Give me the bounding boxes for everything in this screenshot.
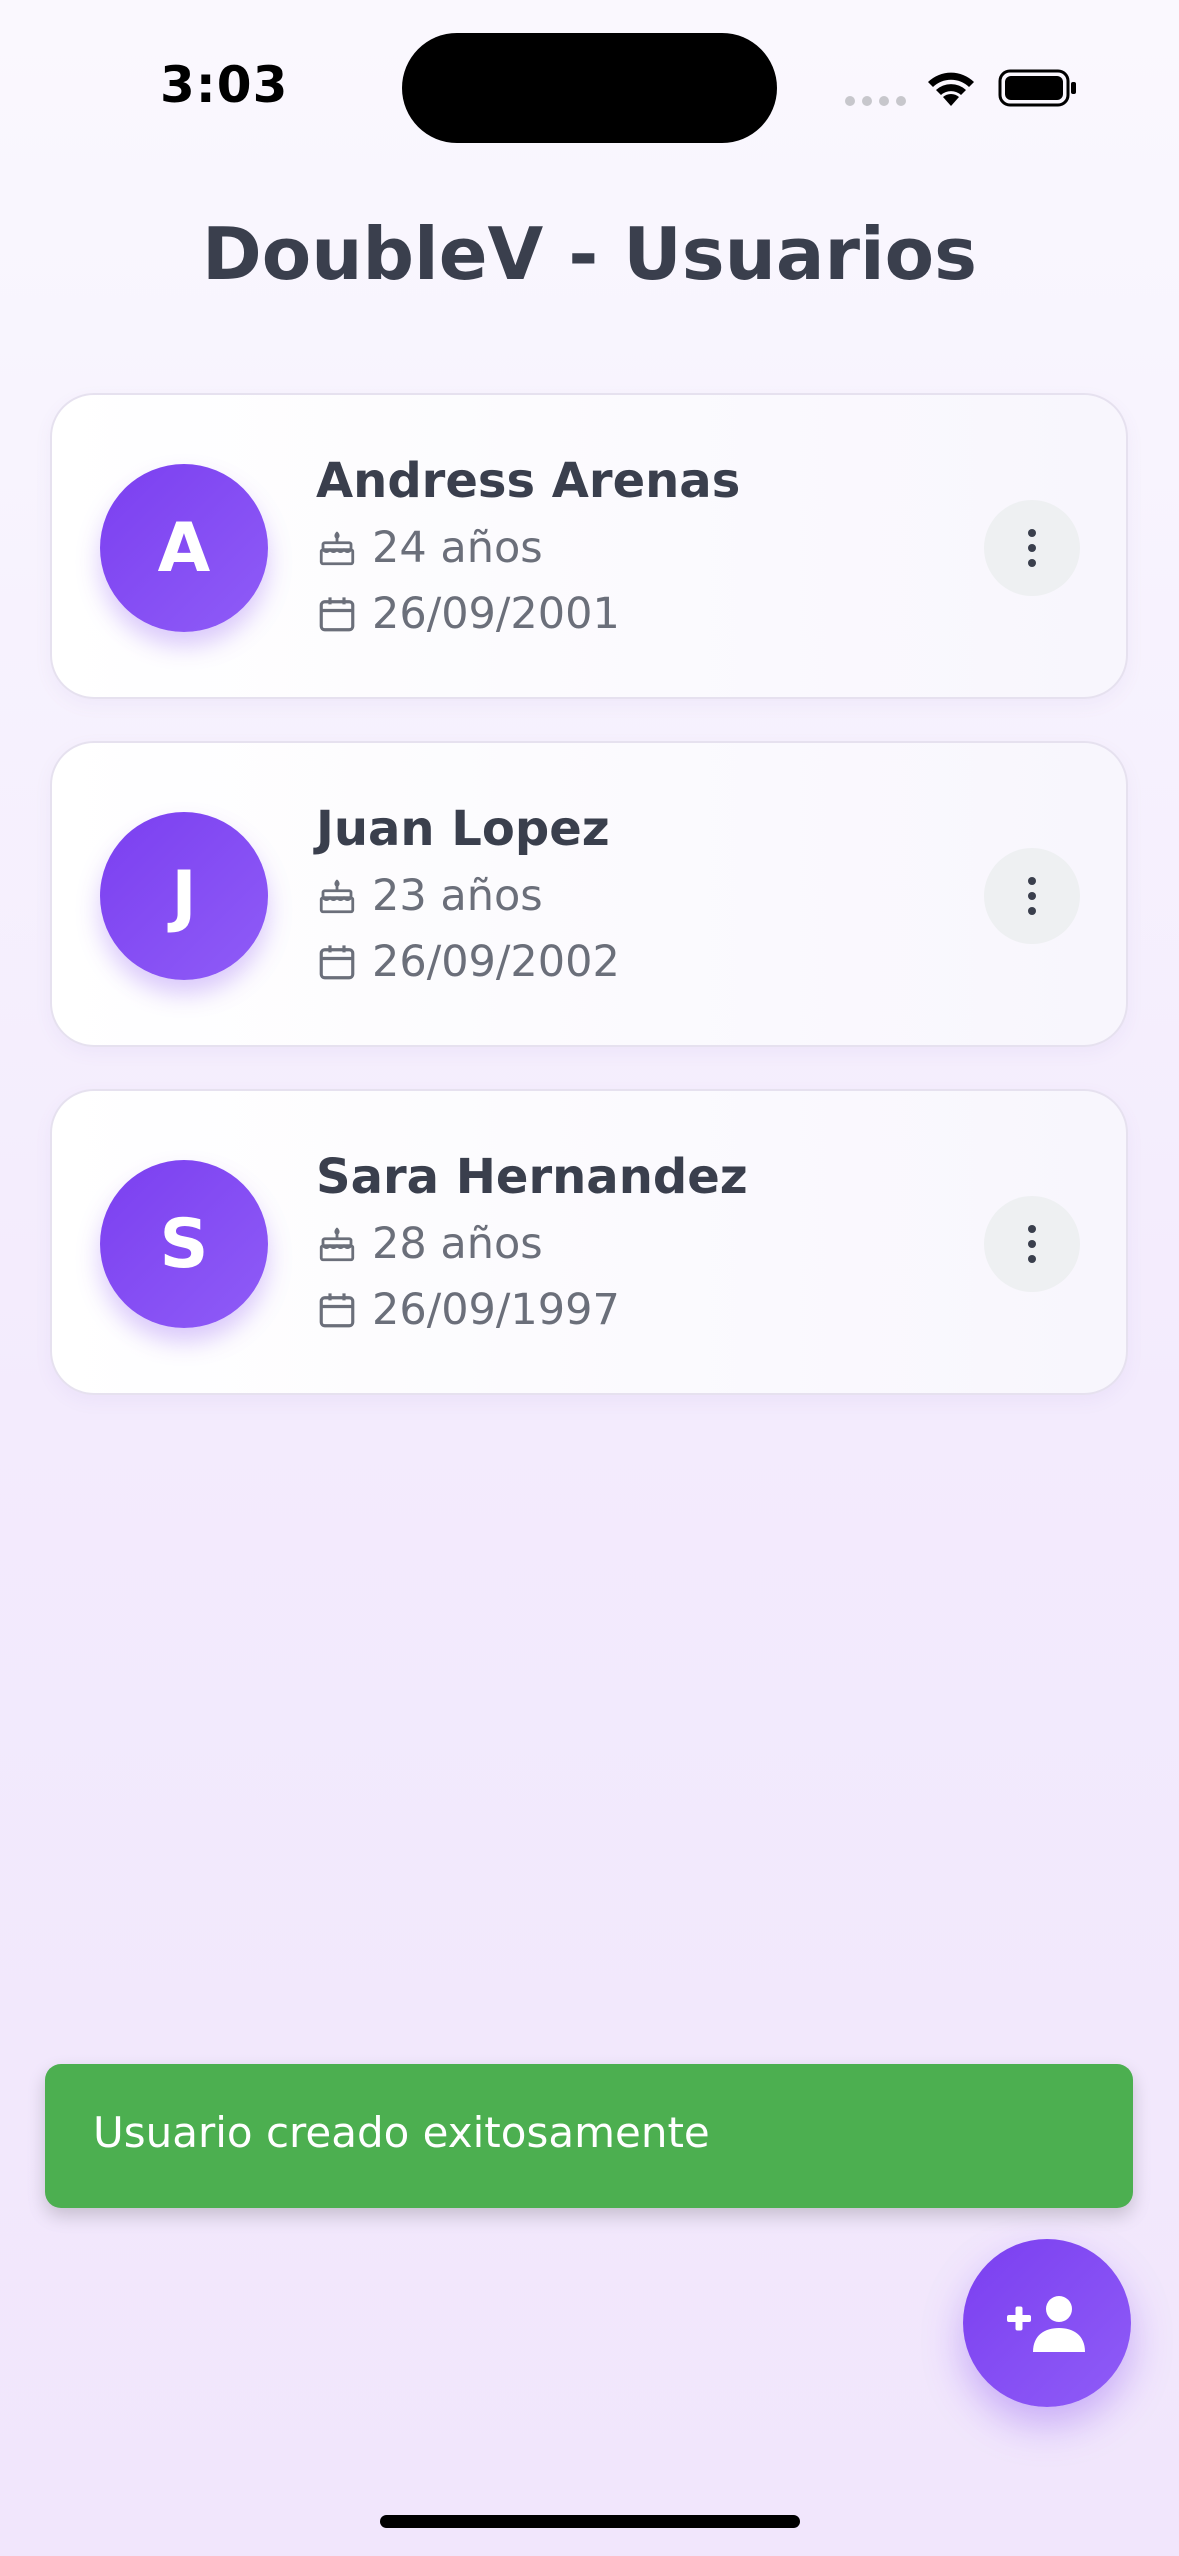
status-time: 3:03	[160, 56, 289, 114]
user-birthdate: 26/09/2001	[372, 589, 620, 639]
avatar: A	[100, 464, 268, 632]
user-birthdate: 26/09/1997	[372, 1285, 620, 1335]
user-name: Andress Arenas	[316, 453, 741, 509]
status-bar: 3:03	[0, 0, 1179, 150]
page-title: DoubleV - Usuarios	[202, 212, 977, 296]
user-birthdate-row: 26/09/2001	[316, 589, 620, 639]
cake-icon	[319, 879, 355, 914]
person-add-icon	[1007, 2296, 1085, 2352]
user-age: 23 años	[372, 871, 543, 921]
snackbar-message: Usuario creado exitosamente	[93, 2108, 710, 2157]
user-menu-button[interactable]	[984, 848, 1080, 944]
calendar-icon	[319, 1293, 355, 1328]
more-vertical-icon	[1028, 529, 1036, 567]
avatar: J	[100, 812, 268, 980]
calendar-icon	[319, 945, 355, 980]
user-age-row: 24 años	[316, 523, 543, 573]
battery-icon	[998, 69, 1076, 107]
add-user-button[interactable]	[963, 2239, 1131, 2407]
user-birthdate-row: 26/09/1997	[316, 1285, 620, 1335]
user-name: Sara Hernandez	[316, 1149, 748, 1205]
more-vertical-icon	[1028, 877, 1036, 915]
success-snackbar: Usuario creado exitosamente	[45, 2064, 1133, 2208]
user-age-row: 23 años	[316, 871, 543, 921]
dynamic-island	[402, 33, 777, 143]
user-birthdate-row: 26/09/2002	[316, 937, 620, 987]
more-vertical-icon	[1028, 1225, 1036, 1263]
cake-icon	[319, 531, 355, 566]
user-card[interactable]: A Andress Arenas 24 años 26/09/2001	[50, 393, 1128, 699]
user-name: Juan Lopez	[316, 801, 610, 857]
user-card[interactable]: J Juan Lopez 23 años 26/09/2002	[50, 741, 1128, 1047]
calendar-icon	[319, 597, 355, 632]
user-menu-button[interactable]	[984, 1196, 1080, 1292]
user-age-row: 28 años	[316, 1219, 543, 1269]
cellular-signal-icon	[845, 96, 906, 106]
user-menu-button[interactable]	[984, 500, 1080, 596]
cake-icon	[319, 1227, 355, 1262]
user-birthdate: 26/09/2002	[372, 937, 620, 987]
home-indicator[interactable]	[380, 2515, 800, 2528]
wifi-icon	[928, 72, 974, 106]
user-age: 24 años	[372, 523, 543, 573]
avatar: S	[100, 1160, 268, 1328]
user-card[interactable]: S Sara Hernandez 28 años 26/09/1997	[50, 1089, 1128, 1395]
user-age: 28 años	[372, 1219, 543, 1269]
